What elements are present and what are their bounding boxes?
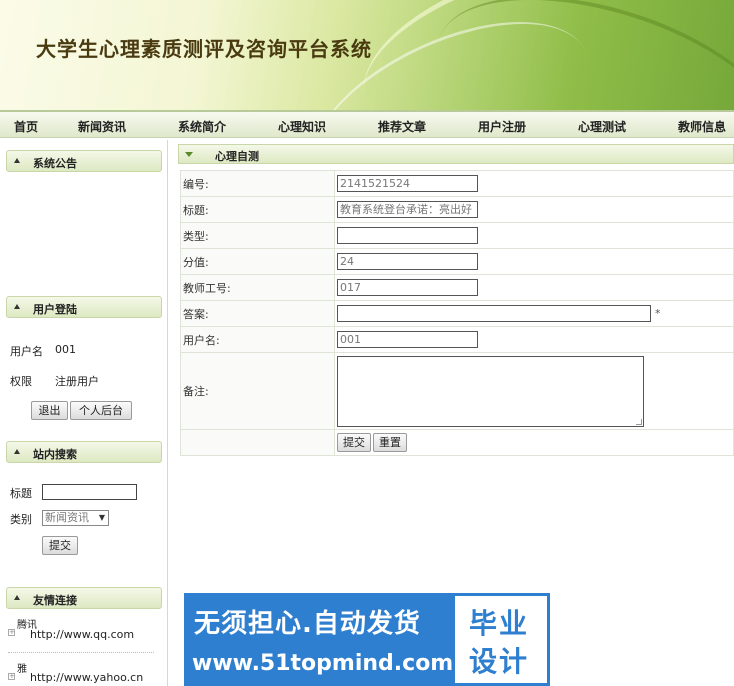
self-test-form: 编号: 2141521524 标题: 教育系统登台承诺：亮出好 类型: 分值: … (180, 170, 734, 456)
search-title: 站内搜索 (33, 448, 77, 461)
main-nav: 首页 新闻资讯 系统简介 心理知识 推荐文章 用户注册 心理测试 教师信息 (0, 110, 734, 138)
ad-badge-line1: 毕业 (469, 607, 530, 640)
links-header: 友情连接 (6, 587, 162, 609)
triangle-up-icon (14, 304, 20, 309)
username-form-label: 用户名: (180, 326, 335, 353)
title-label: 标题: (180, 196, 335, 223)
triangle-up-icon (14, 449, 20, 454)
nav-intro[interactable]: 系统简介 (178, 118, 226, 135)
sidebar: 系统公告 用户登陆 用户名 001 权限 注册用户 退出 个人后台 站内搜索 标… (0, 140, 168, 686)
form-row: 教师工号: 017 (180, 274, 734, 301)
form-row: 分值: 24 (180, 248, 734, 275)
nav-knowledge[interactable]: 心理知识 (278, 118, 326, 135)
form-row: 类型: (180, 222, 734, 249)
search-title-input[interactable] (42, 484, 137, 500)
search-title-label: 标题 (10, 487, 32, 500)
resize-grip-icon[interactable] (636, 418, 642, 425)
user-backend-button[interactable]: 个人后台 (70, 401, 132, 420)
notice-header: 系统公告 (6, 150, 162, 172)
logout-button[interactable]: 退出 (31, 401, 68, 420)
nav-news[interactable]: 新闻资讯 (78, 118, 126, 135)
link-url[interactable]: http://www.yahoo.cn (30, 671, 143, 684)
remark-textarea[interactable] (337, 355, 644, 427)
triangle-up-icon (14, 595, 20, 600)
nav-articles[interactable]: 推荐文章 (378, 118, 426, 135)
form-row: 提交 重置 (180, 429, 734, 456)
notice-title: 系统公告 (33, 157, 77, 170)
triangle-down-icon (185, 152, 193, 157)
ad-badge: 毕业 设计 (455, 596, 547, 683)
remark-label: 备注: (180, 352, 335, 430)
chevron-down-icon: ▼ (98, 513, 105, 522)
search-category-label: 类别 (10, 513, 32, 526)
username-field[interactable]: 001 (337, 331, 478, 348)
login-title: 用户登陆 (33, 303, 77, 316)
ad-banner[interactable]: 无须担心.自动发货 www.51topmind.com 毕业 设计 (184, 593, 550, 686)
section-header: 心理自测 (178, 144, 734, 164)
nav-home[interactable]: 首页 (14, 118, 38, 135)
form-row: 备注: (180, 352, 734, 430)
section-title: 心理自测 (215, 150, 259, 163)
search-submit-button[interactable]: 提交 (42, 536, 78, 555)
nav-register[interactable]: 用户注册 (478, 118, 526, 135)
teacher-id-field[interactable]: 017 (337, 279, 478, 296)
ad-url: www.51topmind.com (192, 651, 454, 676)
nav-test[interactable]: 心理测试 (578, 118, 626, 135)
teacher-id-label: 教师工号: (180, 274, 335, 301)
type-field[interactable] (337, 227, 478, 244)
type-label: 类型: (180, 222, 335, 249)
search-header: 站内搜索 (6, 441, 162, 463)
ad-badge-line2: 设计 (469, 645, 530, 678)
submit-button[interactable]: 提交 (337, 433, 371, 452)
score-label: 分值: (180, 248, 335, 275)
required-marker: * (655, 306, 661, 320)
ad-slogan: 无须担心.自动发货 (194, 609, 421, 639)
answer-field[interactable] (337, 305, 651, 322)
form-row: 用户名: 001 (180, 326, 734, 353)
reset-button[interactable]: 重置 (373, 433, 407, 452)
search-category-select[interactable]: 新闻资讯 ▼ (42, 510, 109, 526)
expand-icon: + (8, 628, 15, 636)
form-row: 答案: * (180, 300, 734, 327)
username-label: 用户名 (10, 345, 43, 358)
id-label: 编号: (180, 170, 335, 197)
site-title: 大学生心理素质测评及咨询平台系统 (36, 37, 372, 61)
role-label: 权限 (10, 375, 32, 388)
form-row: 标题: 教育系统登台承诺：亮出好 (180, 196, 734, 223)
form-row: 编号: 2141521524 (180, 170, 734, 197)
link-name[interactable]: 雅 (17, 660, 27, 675)
title-field[interactable]: 教育系统登台承诺：亮出好 (337, 201, 478, 218)
expand-icon: + (8, 672, 15, 680)
answer-label: 答案: (180, 300, 335, 327)
triangle-up-icon (14, 158, 20, 163)
link-divider (8, 652, 154, 653)
role-value: 注册用户 (55, 375, 99, 388)
nav-teachers[interactable]: 教师信息 (678, 118, 726, 135)
id-field[interactable]: 2141521524 (337, 175, 478, 192)
empty-cell (180, 429, 335, 456)
search-category-value: 新闻资讯 (45, 511, 89, 524)
username-value: 001 (55, 343, 76, 356)
score-field[interactable]: 24 (337, 253, 478, 270)
login-header: 用户登陆 (6, 296, 162, 318)
link-url[interactable]: http://www.qq.com (30, 628, 134, 641)
site-banner: 大学生心理素质测评及咨询平台系统 (0, 0, 734, 110)
links-title: 友情连接 (33, 594, 77, 607)
